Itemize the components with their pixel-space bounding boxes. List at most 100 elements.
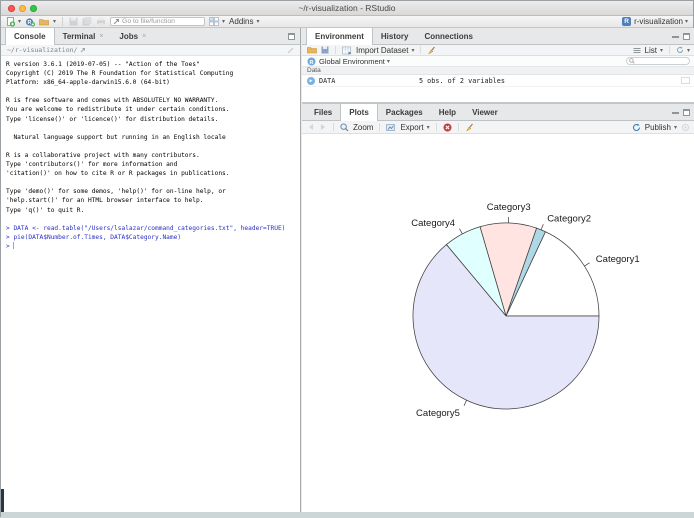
list-view-caret-icon[interactable]: ▾ bbox=[660, 47, 663, 54]
console-output-line bbox=[6, 178, 300, 187]
tab-history[interactable]: History bbox=[373, 28, 417, 44]
tab-environment[interactable]: Environment bbox=[306, 28, 373, 45]
pie-label-tick bbox=[584, 263, 589, 266]
console-output-line: Type 'license()' or 'licence()' for dist… bbox=[6, 115, 300, 124]
next-plot-icon bbox=[319, 123, 327, 131]
export-plot-icon[interactable] bbox=[386, 123, 396, 132]
tab-label: Terminal bbox=[63, 32, 96, 41]
pie-slice-label: Category2 bbox=[547, 214, 591, 225]
maximize-pane-icon[interactable] bbox=[683, 109, 690, 116]
titlebar: ~/r-visualization - RStudio bbox=[1, 1, 693, 16]
plots-panel: FilesPlots Packages HelpViewer Zoom Export… bbox=[302, 104, 694, 512]
project-caret-icon: ▾ bbox=[685, 18, 688, 25]
plots-toolbar-divider bbox=[333, 123, 334, 131]
environment-object-list: ▶DATA5 obs. of 2 variables bbox=[302, 75, 694, 87]
console-input-line: > pie(DATA$Number.of.Times, DATA$Categor… bbox=[6, 233, 300, 242]
zoom-plot-button[interactable]: Zoom bbox=[353, 123, 373, 132]
environment-search-box[interactable] bbox=[626, 57, 690, 65]
close-window-button[interactable] bbox=[8, 5, 15, 12]
environment-scope-selector[interactable]: Global Environment bbox=[319, 57, 385, 66]
data-section-label: Data bbox=[307, 67, 321, 74]
tab-label: Connections bbox=[424, 32, 472, 41]
addins-caret-icon[interactable]: ▾ bbox=[257, 18, 260, 25]
environment-object-row[interactable]: ▶DATA5 obs. of 2 variables bbox=[302, 75, 694, 87]
goto-file-input[interactable] bbox=[122, 18, 200, 25]
export-plot-button[interactable]: Export bbox=[400, 123, 423, 132]
console-output-line: Natural language support but running in … bbox=[6, 133, 300, 142]
list-view-icon[interactable] bbox=[633, 47, 641, 54]
load-workspace-icon[interactable] bbox=[307, 46, 317, 54]
new-file-icon[interactable] bbox=[6, 17, 15, 27]
import-dataset-caret-icon[interactable]: ▾ bbox=[411, 47, 414, 54]
close-tab-icon[interactable]: × bbox=[99, 33, 103, 40]
working-directory-bar: ~/r-visualization/ bbox=[1, 45, 300, 56]
addins-button[interactable]: Addins bbox=[229, 17, 253, 26]
publish-caret-icon[interactable]: ▾ bbox=[674, 124, 677, 131]
import-dataset-icon[interactable] bbox=[342, 46, 352, 55]
save-workspace-icon[interactable] bbox=[321, 46, 329, 54]
panes-layout-icon[interactable] bbox=[209, 17, 219, 26]
export-caret-icon[interactable]: ▾ bbox=[427, 124, 430, 131]
clear-objects-broom-icon[interactable] bbox=[427, 46, 436, 55]
object-summary: 5 obs. of 2 variables bbox=[419, 77, 505, 85]
tab-packages[interactable]: Packages bbox=[378, 104, 431, 120]
view-data-grid-icon[interactable] bbox=[681, 77, 690, 84]
open-file-caret-icon[interactable]: ▾ bbox=[53, 18, 56, 25]
remove-plot-icon[interactable] bbox=[443, 123, 452, 132]
import-dataset-button[interactable]: Import Dataset bbox=[356, 46, 408, 55]
global-environment-icon: R bbox=[307, 57, 316, 66]
search-icon bbox=[629, 58, 635, 64]
new-project-icon[interactable]: R bbox=[25, 17, 35, 27]
console-output-line: You are welcome to redistribute it under… bbox=[6, 105, 300, 114]
list-view-button[interactable]: List bbox=[645, 46, 657, 55]
tab-viewer[interactable]: Viewer bbox=[464, 104, 506, 120]
tab-label: Environment bbox=[315, 32, 364, 41]
pie-chart: Category1Category2Category3Category4Cate… bbox=[302, 134, 694, 512]
minimize-window-button[interactable] bbox=[19, 5, 26, 12]
project-menu-button[interactable]: R r-visualization ▾ bbox=[622, 17, 688, 26]
data-section-header: Data bbox=[302, 67, 694, 75]
console-output-line: Type 'q()' to quit R. bbox=[6, 206, 300, 215]
console-output-line: Type 'demo()' for some demos, 'help()' f… bbox=[6, 187, 300, 196]
console-output-line: Copyright (C) 2019 The R Foundation for … bbox=[6, 69, 300, 78]
tab-help[interactable]: Help bbox=[431, 104, 464, 120]
environment-panel: Environment History Connections Import Dat… bbox=[302, 28, 694, 102]
zoom-plot-icon[interactable] bbox=[340, 123, 349, 132]
expand-object-icon[interactable]: ▶ bbox=[307, 77, 315, 85]
publish-icon[interactable] bbox=[632, 123, 641, 132]
goto-file-search[interactable] bbox=[110, 17, 205, 26]
panes-caret-icon[interactable]: ▾ bbox=[222, 18, 225, 25]
new-file-caret-icon[interactable]: ▾ bbox=[18, 18, 21, 25]
tab-jobs[interactable]: Jobs× bbox=[111, 28, 154, 44]
traffic-lights bbox=[8, 5, 37, 12]
tab-console[interactable]: Console bbox=[5, 28, 55, 45]
clear-plots-broom-icon[interactable] bbox=[465, 123, 474, 132]
tab-plots[interactable]: Plots bbox=[340, 104, 378, 121]
console-output-line: 'help.start()' for an HTML browser inter… bbox=[6, 196, 300, 205]
tab-files[interactable]: Files bbox=[306, 104, 340, 120]
tab-label: Packages bbox=[386, 108, 423, 117]
plots-toolbar-divider bbox=[436, 123, 437, 131]
scope-caret-icon[interactable]: ▾ bbox=[387, 58, 390, 65]
minimize-pane-icon[interactable] bbox=[672, 109, 679, 116]
publish-button[interactable]: Publish bbox=[645, 123, 671, 132]
plots-window-controls bbox=[672, 109, 690, 116]
console-output[interactable]: R version 3.6.1 (2019-07-05) -- "Action … bbox=[1, 56, 300, 251]
open-file-icon[interactable] bbox=[39, 17, 50, 26]
refresh-icon[interactable] bbox=[676, 46, 684, 54]
refresh-caret-icon[interactable]: ▾ bbox=[687, 47, 690, 54]
tab-terminal[interactable]: Terminal× bbox=[55, 28, 112, 44]
maximize-pane-icon[interactable] bbox=[288, 33, 295, 40]
text-cursor bbox=[13, 242, 14, 249]
console-prompt[interactable]: > bbox=[6, 242, 300, 251]
maximize-pane-icon[interactable] bbox=[683, 33, 690, 40]
close-tab-icon[interactable]: × bbox=[142, 33, 146, 40]
goto-working-dir-icon[interactable] bbox=[80, 47, 86, 53]
tab-label: History bbox=[381, 32, 409, 41]
minimize-pane-icon[interactable] bbox=[672, 33, 679, 40]
environment-window-controls bbox=[672, 33, 690, 40]
pie-slice-label: Category5 bbox=[416, 408, 460, 419]
zoom-window-button[interactable] bbox=[30, 5, 37, 12]
console-output-line bbox=[6, 215, 300, 224]
tab-connections[interactable]: Connections bbox=[416, 28, 480, 44]
